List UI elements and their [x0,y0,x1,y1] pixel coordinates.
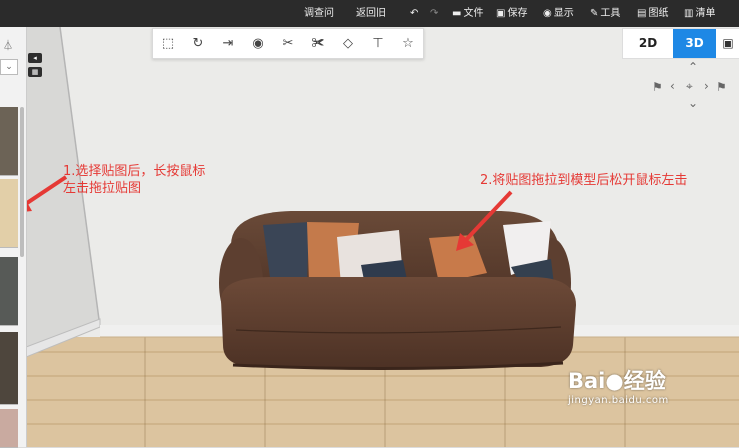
annotation-step2: 2.将贴图拖拉到模型后松开鼠标左击 [480,173,688,188]
cut-icon[interactable]: ✂ [273,29,303,58]
annotation-step1: 1.选择贴图后，长按鼠标 左击拖拉贴图 [63,163,205,197]
select-icon[interactable]: ⬚ [153,29,183,58]
material-thumb[interactable] [0,332,18,405]
map-icon: ▤ [637,8,647,19]
material-sidebar: ⏃ ⌄ [0,27,27,448]
folder-icon: ▬ [452,8,462,19]
nav-up-icon[interactable]: ⌃ [688,60,698,74]
eye-icon: ◉ [543,8,552,19]
file-menu[interactable]: ▬ 文件 [452,0,483,27]
top-menu-bar: 调查问 返回旧 ↶ ↷ ▬ 文件 ▣ 保存 ◉ 显示 ✎ 工具 ▤ 图纸 ▥ 清单 [0,0,739,27]
replace-icon[interactable]: ↻ [183,29,213,58]
list-icon: ▥ [684,8,694,19]
tools-menu[interactable]: ✎ 工具 [590,0,620,27]
center-icon[interactable]: ⌖ [686,79,693,94]
annotation-step1-line2: 左击拖拉贴图 [63,181,142,196]
display-menu[interactable]: ◉ 显示 [543,0,574,27]
grid-view-icon[interactable]: ▦ [28,67,42,77]
camera-nav-control: ⌃ ⚑ ‹ ⌖ › ⚑ ⌄ [652,60,727,112]
material-thumb[interactable] [0,409,18,448]
material-thumb[interactable] [0,107,18,176]
exit-icon[interactable]: ⇥ [213,29,243,58]
annotation-step1-line1: 1.选择贴图后，长按鼠标 [63,164,206,179]
star-icon[interactable]: ☆ [393,29,423,58]
watermark-url: jingyan.baidu.com [568,395,669,406]
material-thumb[interactable] [0,257,18,326]
view-3d-button[interactable]: 3D [673,29,716,58]
nav-right-icon[interactable]: › [704,79,709,93]
eraser-icon[interactable]: ◇ [333,29,363,58]
filter-icon[interactable]: ⏃ [3,37,15,52]
split-icon[interactable]: ✀ [303,29,333,58]
undo-icon[interactable]: ↶ [410,0,418,27]
drawing-menu[interactable]: ▤ 图纸 [637,0,668,27]
category-dropdown[interactable]: ⌄ [0,59,18,75]
redo-icon[interactable]: ↷ [430,0,438,27]
list-menu[interactable]: ▥ 清单 [684,0,715,27]
survey-link[interactable]: 调查问 [304,0,334,27]
view-2d-button[interactable]: 2D [623,29,673,58]
watermark-title: Bai●经验 [568,369,666,393]
nav-left-icon[interactable]: ‹ [670,79,675,93]
collapse-icon[interactable]: ◂ [28,53,42,63]
more-view-icon[interactable]: ▣ [716,29,739,58]
rotate-left-icon[interactable]: ⚑ [652,80,663,94]
sidebar-scrollbar[interactable] [20,107,24,257]
save-icon: ▣ [496,8,506,19]
wrench-icon: ✎ [590,8,599,19]
material-thumb[interactable] [0,179,18,248]
view-mode-toggle: 2D 3D ▣ [622,28,739,59]
rotate-right-icon[interactable]: ⚑ [716,80,727,94]
back-to-old-link[interactable]: 返回旧 [356,0,386,27]
paint-roller-icon[interactable]: ⊤ [363,29,393,58]
save-menu[interactable]: ▣ 保存 [496,0,527,27]
baidu-watermark: Bai●经验 jingyan.baidu.com [568,365,669,406]
eye-icon[interactable]: ◉ [243,29,273,58]
nav-down-icon[interactable]: ⌄ [688,96,698,110]
object-toolbar: ⬚ ↻ ⇥ ◉ ✂ ✀ ◇ ⊤ ☆ [152,28,424,59]
